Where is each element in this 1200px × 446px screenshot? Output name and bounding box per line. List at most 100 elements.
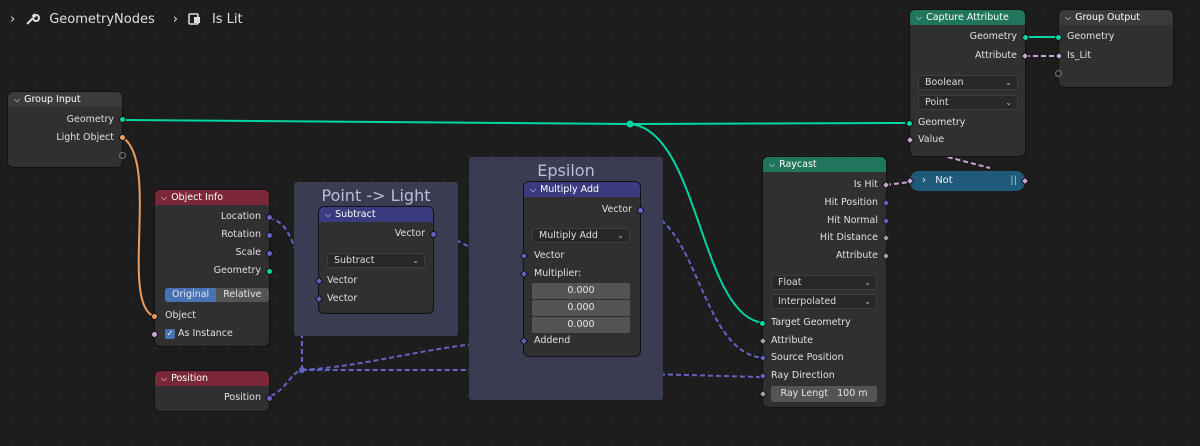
- frame-title: Epsilon: [537, 161, 595, 180]
- output-label: Attribute: [836, 250, 878, 261]
- input-label: Vector: [327, 275, 358, 286]
- vector-socket[interactable]: [430, 231, 437, 238]
- input-label: Source Position: [771, 352, 844, 363]
- node-object-info[interactable]: ⌵ Object Info Location Rotation Scale Geo…: [151, 190, 273, 346]
- empty-socket[interactable]: [1055, 70, 1062, 77]
- breadcrumb: › GeometryNodes › Is Lit: [10, 8, 243, 30]
- multiplier-y-field[interactable]: 0.000: [532, 300, 630, 316]
- node-title: Group Input: [24, 94, 81, 105]
- breadcrumb-tree-name[interactable]: GeometryNodes: [49, 12, 155, 27]
- input-label: Value: [918, 134, 945, 145]
- geometry-socket[interactable]: [119, 116, 126, 123]
- chevron-down-icon: ⌄: [864, 278, 871, 287]
- output-label: Position: [224, 392, 261, 403]
- multiplier-z-field[interactable]: 0.000: [532, 317, 630, 333]
- collapse-icon[interactable]: ⌵: [530, 182, 536, 197]
- geometry-socket[interactable]: [759, 320, 766, 327]
- mapping-dropdown[interactable]: Interpolated ⌄: [771, 294, 877, 309]
- node-group-input[interactable]: ⌵ Group Input Geometry Light Object: [8, 92, 126, 167]
- domain-dropdown[interactable]: Point ⌄: [918, 95, 1018, 110]
- vector-socket[interactable]: [266, 232, 273, 239]
- geometry-socket[interactable]: [906, 120, 913, 127]
- vector-socket[interactable]: [266, 250, 273, 257]
- empty-socket[interactable]: [119, 152, 126, 159]
- node-multiply-add[interactable]: ⌵ Multiply Add Vector Multiply Add ⌄ Vecto…: [519, 182, 644, 356]
- node-not[interactable]: › Not ||: [905, 171, 1030, 191]
- collapse-icon[interactable]: ⌵: [161, 371, 167, 386]
- wrench-icon: [23, 10, 41, 28]
- node-capture-attribute[interactable]: ⌵ Capture Attribute Geometry Attribute Bo…: [905, 10, 1030, 156]
- output-label: Hit Normal: [827, 215, 878, 226]
- vector-socket[interactable]: [266, 214, 273, 221]
- toggle-original[interactable]: Original: [165, 288, 217, 302]
- output-label: Light Object: [56, 132, 114, 143]
- input-label: Attribute: [771, 335, 813, 346]
- node-title: Position: [171, 373, 209, 384]
- frame-title: Point -> Light: [321, 186, 431, 205]
- chevron-down-icon: ⌄: [412, 256, 419, 265]
- input-label: Geometry: [918, 117, 966, 128]
- vector-socket[interactable]: [266, 395, 273, 402]
- input-label: Is_Lit: [1067, 50, 1092, 61]
- node-title: Capture Attribute: [926, 12, 1009, 23]
- output-label: Hit Distance: [819, 232, 878, 243]
- node-title: Object Info: [171, 192, 224, 203]
- output-label: Geometry: [969, 31, 1017, 42]
- output-label: Rotation: [221, 229, 261, 240]
- operation-dropdown[interactable]: Multiply Add ⌄: [532, 228, 630, 243]
- collapse-icon[interactable]: ⌵: [161, 190, 167, 205]
- checkbox-icon[interactable]: ✓: [165, 329, 175, 339]
- collapse-icon[interactable]: ⌵: [14, 92, 20, 107]
- transform-space-toggle[interactable]: Original Relative: [165, 288, 269, 302]
- output-label: Is Hit: [853, 179, 878, 190]
- output-label: Scale: [235, 247, 261, 258]
- output-label: Vector: [601, 204, 632, 215]
- node-position[interactable]: ⌵ Position Position: [155, 371, 273, 411]
- input-label: Vector: [534, 250, 565, 261]
- node-subtract[interactable]: ⌵ Subtract Vector Subtract ⌄ Vector Vector: [314, 207, 437, 313]
- object-socket[interactable]: [119, 134, 126, 141]
- breadcrumb-group-name[interactable]: Is Lit: [212, 12, 243, 27]
- boolean-socket[interactable]: [151, 331, 158, 338]
- output-label: Location: [220, 211, 261, 222]
- node-title: Group Output: [1075, 12, 1141, 23]
- toggle-relative[interactable]: Relative: [216, 288, 269, 302]
- node-group-icon: [186, 10, 204, 28]
- ray-length-field[interactable]: Ray Lengt 100 m: [771, 386, 877, 402]
- collapse-icon[interactable]: ⌵: [1065, 10, 1071, 25]
- node-title: Subtract: [335, 209, 376, 220]
- multiplier-x-field[interactable]: 0.000: [532, 283, 630, 299]
- collapse-icon[interactable]: ⌵: [916, 10, 922, 25]
- collapse-icon[interactable]: ⌵: [325, 207, 331, 222]
- input-label: As Instance: [178, 328, 233, 339]
- node-group-output[interactable]: ⌵ Group Output Geometry Is_Lit: [1054, 10, 1173, 87]
- node-title: Raycast: [779, 159, 817, 170]
- chevron-down-icon: ⌄: [864, 297, 871, 306]
- geometry-socket[interactable]: [1022, 34, 1029, 41]
- chevron-down-icon: ⌄: [1005, 78, 1012, 87]
- breadcrumb-chevron-icon: ›: [172, 11, 178, 27]
- data-type-dropdown[interactable]: Float ⌄: [771, 275, 877, 290]
- output-label: Vector: [394, 228, 425, 239]
- node-raycast[interactable]: ⌵ Raycast Is Hit Hit Position Hit Normal …: [758, 157, 891, 407]
- collapsed-sockets-icon: ||: [1010, 175, 1017, 186]
- chevron-down-icon: ⌄: [617, 231, 624, 240]
- output-label: Hit Position: [824, 197, 878, 208]
- vector-socket[interactable]: [637, 207, 644, 214]
- input-label: Addend: [534, 335, 571, 346]
- expand-icon[interactable]: ›: [922, 175, 926, 186]
- geometry-socket[interactable]: [266, 268, 273, 275]
- object-socket[interactable]: [151, 313, 158, 320]
- input-label: Object: [165, 310, 196, 321]
- operation-dropdown[interactable]: Subtract ⌄: [327, 253, 425, 268]
- breadcrumb-chevron-icon[interactable]: ›: [10, 12, 15, 27]
- input-label: Ray Direction: [771, 370, 835, 381]
- output-label: Geometry: [213, 265, 261, 276]
- input-label: Multiplier:: [534, 268, 582, 279]
- node-title: Not: [935, 175, 953, 186]
- collapse-icon[interactable]: ⌵: [769, 157, 775, 172]
- geometry-socket[interactable]: [1055, 34, 1062, 41]
- input-label: Vector: [327, 293, 358, 304]
- output-label: Attribute: [975, 50, 1017, 61]
- data-type-dropdown[interactable]: Boolean ⌄: [918, 75, 1018, 90]
